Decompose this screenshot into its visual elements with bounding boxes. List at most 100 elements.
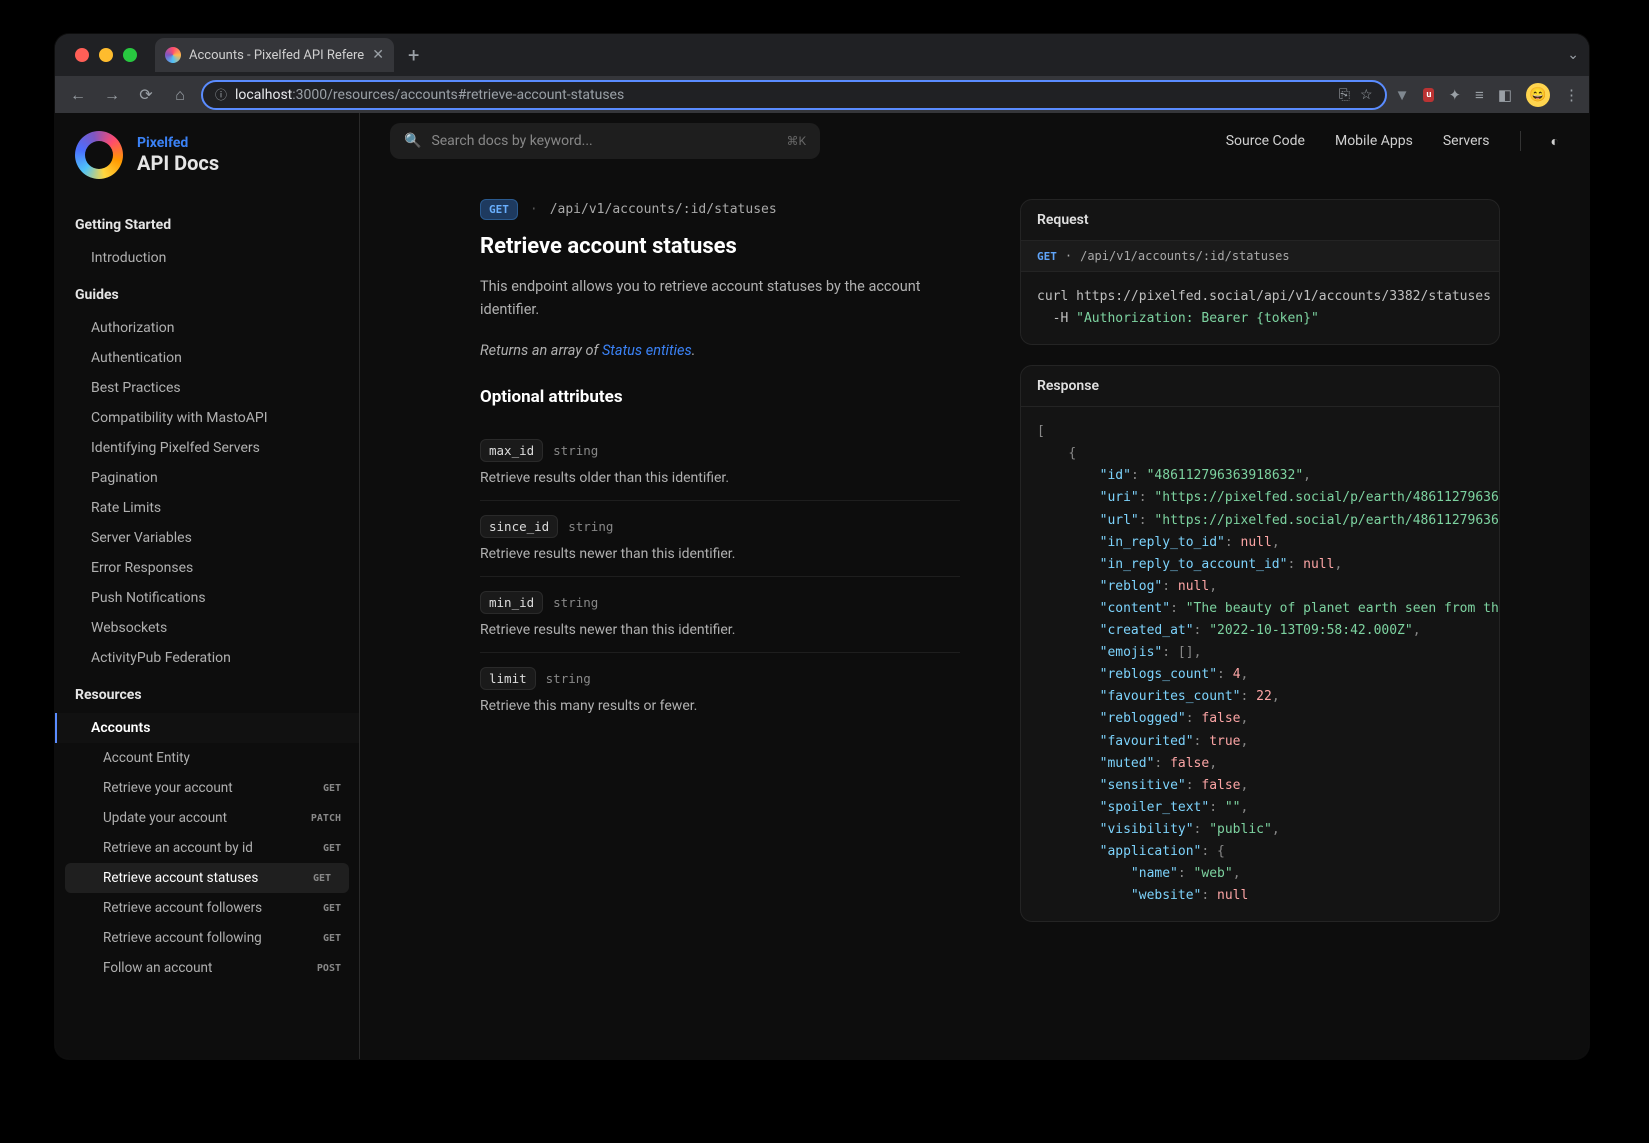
back-button[interactable]: ←: [65, 85, 91, 105]
reload-button[interactable]: ⟳: [133, 85, 159, 104]
sidebar-item-retrieve-account-by-id[interactable]: Retrieve an account by idGET: [55, 833, 359, 863]
method-badge: PATCH: [311, 813, 341, 824]
close-tab-icon[interactable]: ✕: [372, 47, 384, 63]
side-panel-icon[interactable]: ◧: [1498, 86, 1512, 104]
logo-row[interactable]: Pixelfed API Docs: [55, 113, 359, 203]
link-source-code[interactable]: Source Code: [1226, 133, 1305, 149]
sidebar-item-websockets[interactable]: Websockets: [55, 613, 359, 643]
vue-ext-icon[interactable]: ▼: [1395, 86, 1410, 104]
json-uri: https://pixelfed.social/p/earth/48611279…: [1162, 490, 1499, 505]
sidebar-item-error-responses[interactable]: Error Responses: [55, 553, 359, 583]
attr-type: string: [553, 443, 598, 458]
sidebar-item-retrieve-following[interactable]: Retrieve account followingGET: [55, 923, 359, 953]
method-badge: GET: [323, 903, 341, 914]
sidebar-item-rate-limits[interactable]: Rate Limits: [55, 493, 359, 523]
tab-favicon-icon: [165, 47, 181, 63]
sidebar-item-identifying[interactable]: Identifying Pixelfed Servers: [55, 433, 359, 463]
sidebar-item-pagination[interactable]: Pagination: [55, 463, 359, 493]
sidebar-item-push-notifications[interactable]: Push Notifications: [55, 583, 359, 613]
sidebar-item-label: Retrieve account statuses: [103, 870, 258, 886]
theme-toggle-icon[interactable]: ◐: [1551, 133, 1559, 150]
sidebar-item-follow-account[interactable]: Follow an accountPOST: [55, 953, 359, 983]
site-info-icon[interactable]: ⓘ: [215, 86, 227, 103]
sidebar-section-header: Getting Started: [55, 203, 359, 243]
chrome-menu-icon[interactable]: ⋮: [1564, 86, 1579, 104]
response-json: [ { "id": "486112796363918632", "uri": "…: [1021, 407, 1499, 921]
home-button[interactable]: ⌂: [167, 85, 193, 105]
request-code: curl https://pixelfed.social/api/v1/acco…: [1021, 272, 1499, 344]
link-servers[interactable]: Servers: [1443, 133, 1490, 149]
search-input[interactable]: 🔍 Search docs by keyword... ⌘K: [390, 123, 820, 159]
link-mobile-apps[interactable]: Mobile Apps: [1335, 133, 1413, 149]
sidebar-item-authentication[interactable]: Authentication: [55, 343, 359, 373]
attr-type: string: [568, 519, 613, 534]
bookmark-icon[interactable]: ☆: [1360, 87, 1373, 103]
sidebar-item-update-your-account[interactable]: Update your accountPATCH: [55, 803, 359, 833]
sidebar-item-server-variables[interactable]: Server Variables: [55, 523, 359, 553]
sidebar-item-label: Identifying Pixelfed Servers: [91, 440, 260, 456]
reading-list-icon[interactable]: ≡: [1475, 86, 1484, 104]
content: GET · /api/v1/accounts/:id/statuses Retr…: [360, 169, 1589, 1059]
endpoint-path: /api/v1/accounts/:id/statuses: [1080, 249, 1290, 263]
description-returns: Returns an array of Status entities.: [480, 339, 960, 362]
minimize-window-button[interactable]: [99, 48, 113, 62]
sidebar-item-label: Compatibility with MastoAPI: [91, 410, 268, 426]
sidebar-item-label: Account Entity: [103, 750, 190, 766]
profile-avatar[interactable]: 😄: [1526, 83, 1550, 107]
curl-flag: -H: [1053, 311, 1069, 326]
sidebar-item-label: Rate Limits: [91, 500, 161, 516]
panel-endpoint: GET · /api/v1/accounts/:id/statuses: [1021, 241, 1499, 272]
endpoint-row: GET · /api/v1/accounts/:id/statuses: [480, 199, 960, 220]
json-reblog: null: [1178, 579, 1209, 594]
sidebar-item-label: Authorization: [91, 320, 174, 336]
browser-window: Accounts - Pixelfed API Refere ✕ + ⌄ ← →…: [55, 34, 1589, 1059]
sidebar-item-accounts[interactable]: Accounts: [55, 713, 359, 743]
sidebar-item-authorization[interactable]: Authorization: [55, 313, 359, 343]
ublock-ext-icon[interactable]: u: [1423, 88, 1434, 102]
sidebar-item-retrieve-statuses[interactable]: Retrieve account statusesGET: [65, 863, 349, 893]
sidebar-item-compatibility[interactable]: Compatibility with MastoAPI: [55, 403, 359, 433]
address-bar-row: ← → ⟳ ⌂ ⓘ localhost:3000/resources/accou…: [55, 76, 1589, 113]
forward-button[interactable]: →: [99, 85, 125, 105]
search-placeholder: Search docs by keyword...: [431, 133, 592, 149]
maximize-window-button[interactable]: [123, 48, 137, 62]
url-text: localhost:3000/resources/accounts#retrie…: [235, 87, 624, 103]
curl-header: "Authorization: Bearer {token}": [1076, 311, 1319, 326]
returns-suffix: .: [692, 342, 696, 359]
url-input[interactable]: ⓘ localhost:3000/resources/accounts#retr…: [201, 80, 1387, 110]
json-visibility: public: [1217, 822, 1264, 837]
search-shortcut: ⌘K: [786, 134, 806, 148]
tab-title: Accounts - Pixelfed API Refere: [189, 48, 364, 63]
attr-max-id: max_idstring Retrieve results older than…: [480, 425, 960, 501]
topbar: 🔍 Search docs by keyword... ⌘K Source Co…: [360, 113, 1589, 169]
attr-min-id: min_idstring Retrieve results newer than…: [480, 577, 960, 653]
sidebar-item-retrieve-followers[interactable]: Retrieve account followersGET: [55, 893, 359, 923]
sidebar-item-account-entity[interactable]: Account Entity: [55, 743, 359, 773]
attr-desc: Retrieve results older than this identif…: [480, 470, 960, 486]
panel-header: Request: [1021, 200, 1499, 241]
description: This endpoint allows you to retrieve acc…: [480, 275, 960, 321]
tab-dropdown-icon[interactable]: ⌄: [1567, 47, 1579, 63]
json-reblogs-count: 4: [1233, 667, 1241, 682]
attr-limit: limitstring Retrieve this many results o…: [480, 653, 960, 728]
close-window-button[interactable]: [75, 48, 89, 62]
new-tab-button[interactable]: +: [408, 43, 419, 67]
status-entities-link[interactable]: Status entities: [602, 342, 692, 359]
sidebar-item-best-practices[interactable]: Best Practices: [55, 373, 359, 403]
attr-since-id: since_idstring Retrieve results newer th…: [480, 501, 960, 577]
sidebar-item-introduction[interactable]: Introduction: [55, 243, 359, 273]
traffic-lights: [65, 48, 149, 62]
sidebar-item-activitypub[interactable]: ActivityPub Federation: [55, 643, 359, 673]
install-app-icon[interactable]: ⎘: [1339, 87, 1350, 103]
attr-name: since_id: [480, 515, 558, 538]
pixelfed-logo-icon: [75, 131, 123, 179]
extensions-icon[interactable]: ✦: [1448, 86, 1461, 104]
browser-tab[interactable]: Accounts - Pixelfed API Refere ✕: [155, 38, 394, 72]
request-panel: Request GET · /api/v1/accounts/:id/statu…: [1020, 199, 1500, 345]
method-label: GET: [1037, 250, 1057, 263]
sidebar-item-label: Best Practices: [91, 380, 181, 396]
sidebar-item-retrieve-your-account[interactable]: Retrieve your accountGET: [55, 773, 359, 803]
sidebar-item-label: Error Responses: [91, 560, 193, 576]
chrome-header: Accounts - Pixelfed API Refere ✕ + ⌄ ← →…: [55, 34, 1589, 113]
separator-dot: ·: [1065, 249, 1072, 263]
